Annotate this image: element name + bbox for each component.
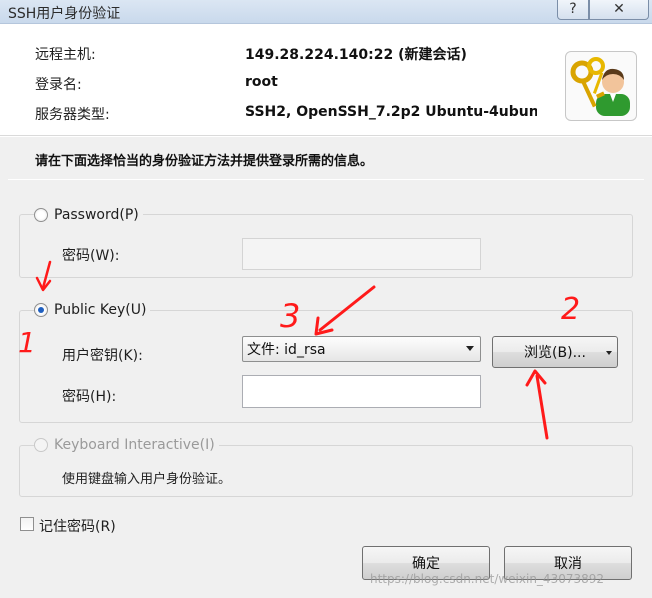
remember-password-checkbox[interactable] [20,517,34,531]
public-key-radio-button[interactable] [34,303,48,317]
window-title: SSH用户身份验证 [8,6,121,22]
browse-button[interactable]: 浏览(B)... [492,336,618,368]
close-button[interactable]: ✕ [589,0,649,20]
chevron-down-icon [466,346,474,351]
browse-button-label: 浏览(B)... [524,345,586,361]
instruction-text: 请在下面选择恰当的身份验证方法并提供登录所需的信息。 [35,154,374,169]
public-key-radio[interactable]: Public Key(U) [34,302,151,318]
keyboard-interactive-label: Keyboard Interactive(I) [54,437,215,453]
watermark: https://blog.csdn.net/weixin_43073892 [370,572,605,586]
divider [8,179,644,180]
remote-host-label: 远程主机: [35,47,96,63]
keyboard-interactive-radio-button[interactable] [34,438,48,452]
passphrase-label: 密码(H): [62,389,117,405]
password-radio-button[interactable] [34,208,48,222]
session-info-panel: 远程主机: 149.28.224.140:22 (新建会话) 登录名: root… [0,24,652,136]
user-key-select[interactable]: 文件: id_rsa [242,336,481,362]
key-user-icon [565,51,637,121]
login-name-label: 登录名: [35,77,82,93]
user-key-selected-value: 文件: id_rsa [247,342,326,358]
cancel-button-label: 取消 [554,556,582,572]
login-name-value: root [245,74,278,90]
public-key-radio-label: Public Key(U) [54,302,147,318]
remote-host-value: 149.28.224.140:22 (新建会话) [245,47,467,63]
title-bar: SSH用户身份验证 ? ✕ [0,0,652,24]
remember-password-label: 记住密码(R) [39,519,116,535]
password-radio-label: Password(P) [54,207,139,223]
keyboard-interactive-description: 使用键盘输入用户身份验证。 [62,472,232,487]
help-button[interactable]: ? [557,0,589,20]
server-type-label: 服务器类型: [35,107,110,123]
dropdown-caret-icon [606,351,612,355]
passphrase-field[interactable] [242,375,481,408]
keyboard-interactive-radio[interactable]: Keyboard Interactive(I) [34,437,219,453]
server-type-value: SSH2, OpenSSH_7.2p2 Ubuntu-4ubuntu [245,104,537,120]
password-radio[interactable]: Password(P) [34,207,143,223]
ok-button-label: 确定 [412,556,440,572]
password-field-label: 密码(W): [62,248,120,264]
password-field[interactable] [242,238,481,270]
close-icon: ✕ [613,1,625,17]
help-icon: ? [569,1,577,17]
auth-method-area: 请在下面选择恰当的身份验证方法并提供登录所需的信息。 Password(P) 密… [0,137,652,598]
user-key-label: 用户密钥(K): [62,348,143,364]
